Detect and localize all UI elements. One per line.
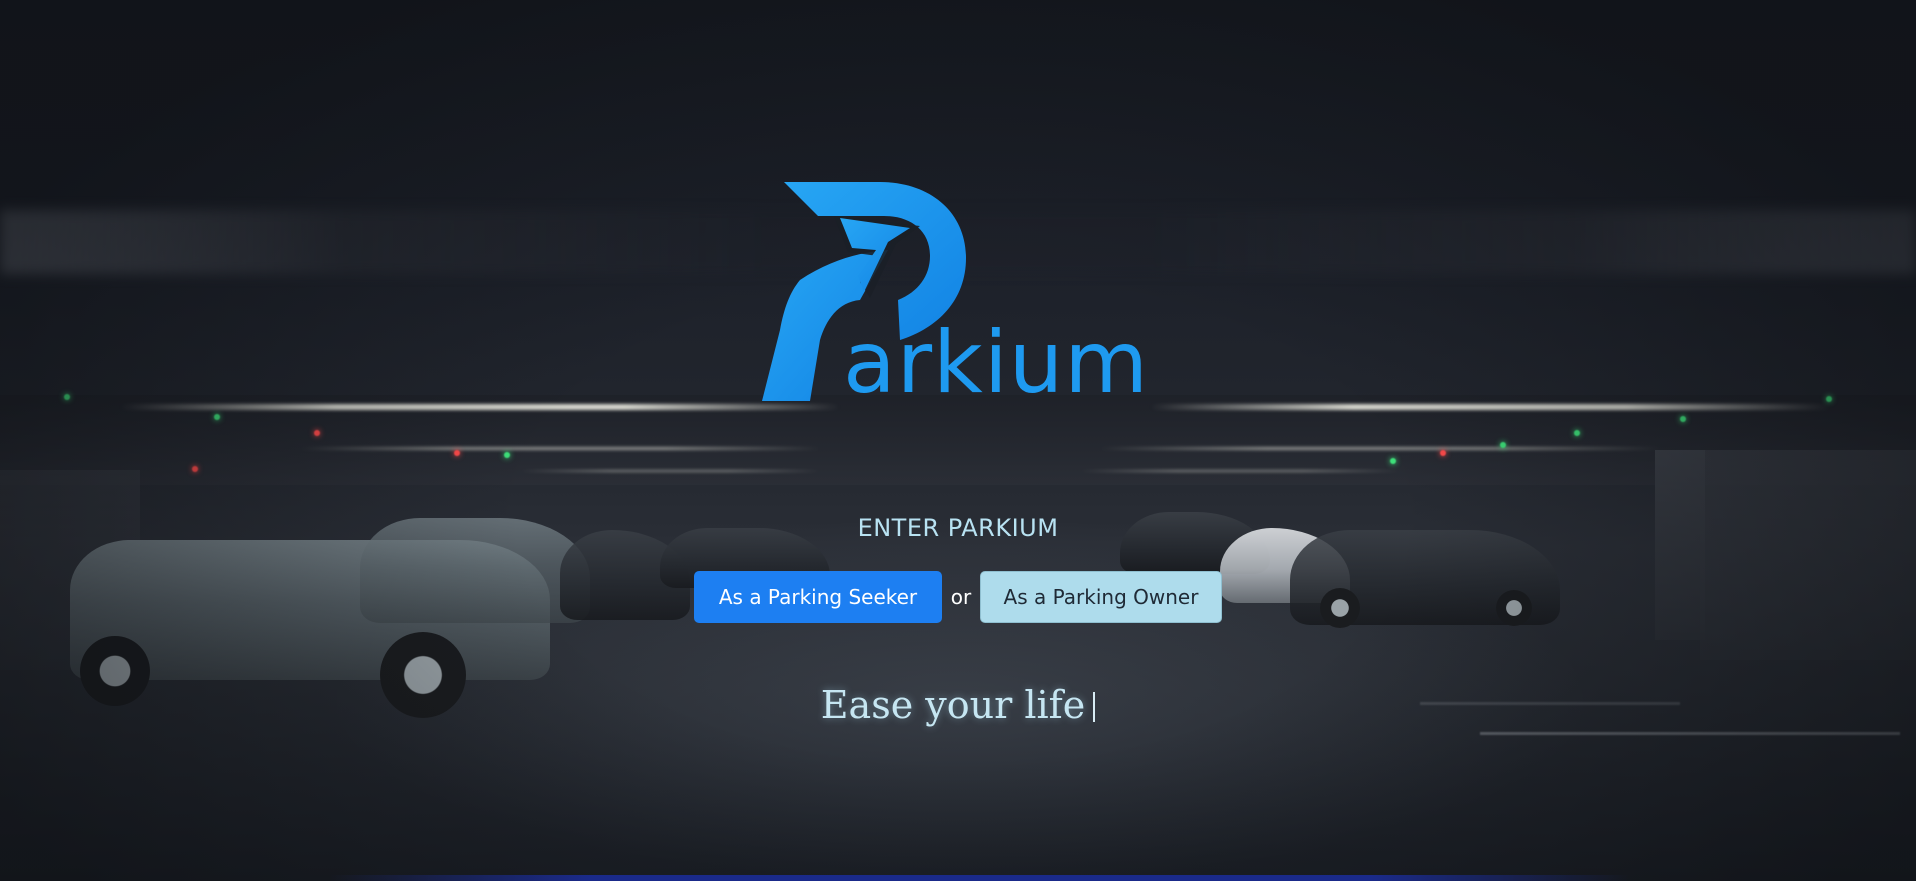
bottom-edge [330, 875, 1630, 881]
tagline-text: Ease your life [820, 683, 1086, 727]
hero-background: arkium ENTER PARKIUM As a Parking Seeker… [0, 0, 1916, 881]
parking-owner-button[interactable]: As a Parking Owner [980, 571, 1222, 623]
logo-wordmark: arkium [843, 313, 1150, 413]
or-separator: or [950, 585, 972, 609]
vignette-overlay [0, 0, 1916, 881]
enter-heading: ENTER PARKIUM [857, 514, 1059, 542]
role-button-group: As a Parking Seeker or As a Parking Owne… [694, 571, 1222, 623]
tagline: Ease your life [0, 683, 1916, 727]
parking-seeker-button[interactable]: As a Parking Seeker [694, 571, 942, 623]
typing-cursor [1093, 692, 1096, 722]
